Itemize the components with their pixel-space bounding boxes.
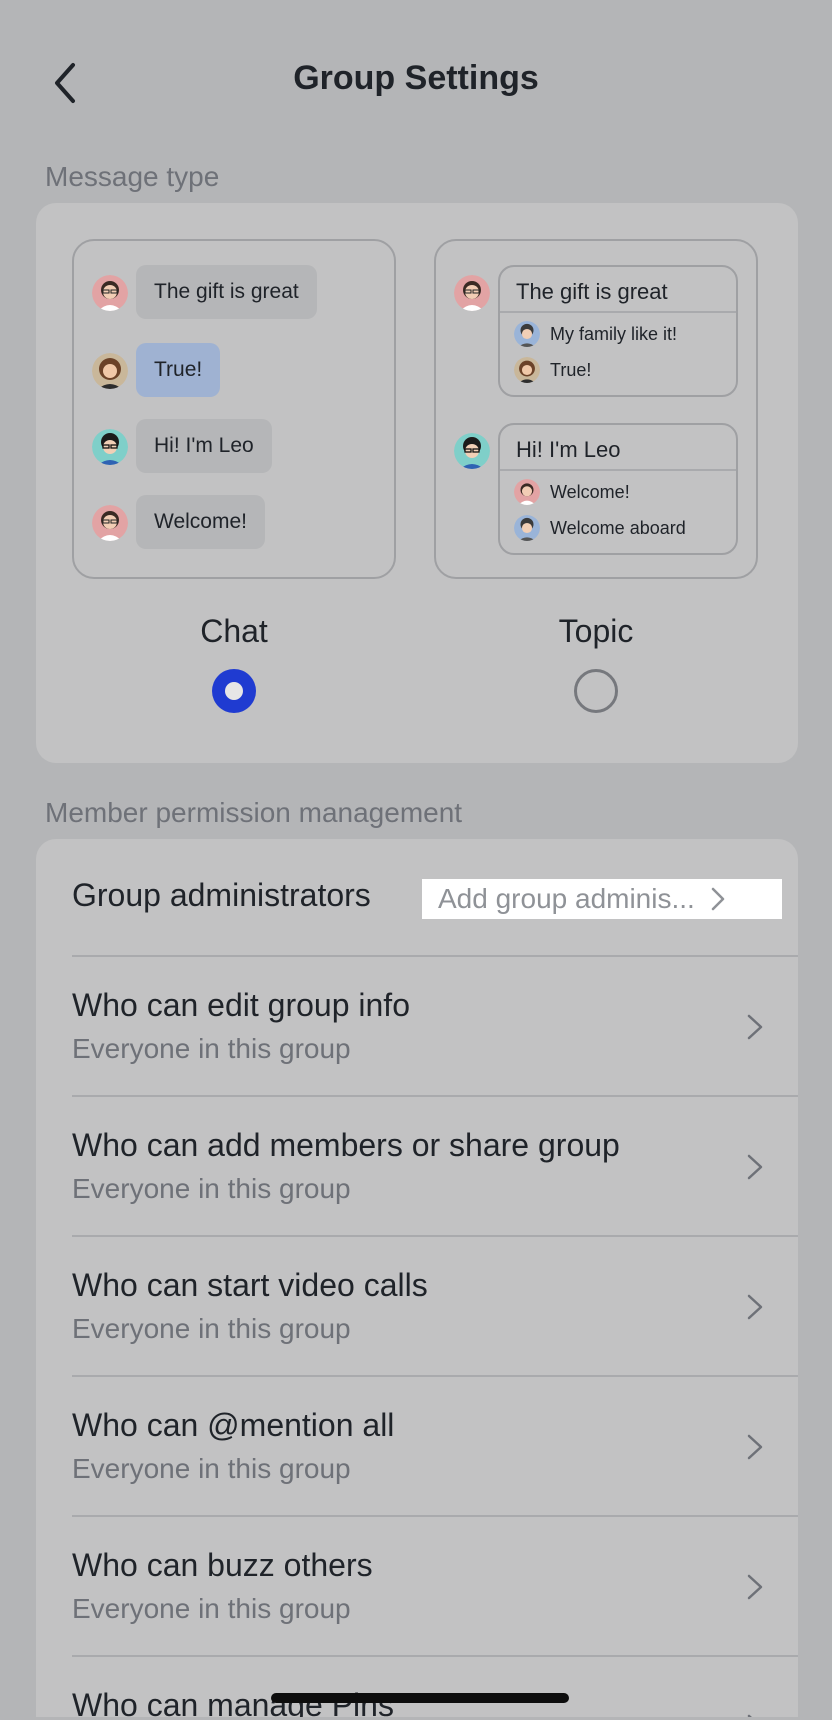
row-title: Who can add members or share group [72, 1127, 620, 1163]
row-title: Who can buzz others [72, 1547, 373, 1583]
buzz-others-row[interactable]: Who can buzz others Everyone in this gro… [36, 1517, 798, 1657]
man-glasses-avatar [92, 429, 128, 465]
topic-preview[interactable]: The gift is great My family like it! Tru… [434, 239, 758, 579]
video-calls-row[interactable]: Who can start video calls Everyone in th… [36, 1237, 798, 1377]
chevron-right-icon [747, 1574, 763, 1600]
chat-bubble-own: True! [136, 343, 221, 397]
screen: Group Settings Message type The gift is … [3, 3, 829, 1717]
topic-head: Hi! I'm Leo [500, 425, 736, 471]
chevron-right-icon [747, 1294, 763, 1320]
topic-option-label: Topic [558, 613, 634, 649]
woman-brown-hair-avatar [514, 357, 540, 383]
topic-thread: The gift is great My family like it! Tru… [498, 265, 738, 397]
manage-pins-row[interactable]: Who can manage Pins [36, 1657, 798, 1717]
chat-bubble: Welcome! [136, 495, 265, 549]
row-title: Who can @mention all [72, 1407, 395, 1443]
permissions-card: Group administrators Add group adminis..… [36, 839, 798, 1717]
row-subtitle: Everyone in this group [72, 1173, 351, 1204]
row-title: Group administrators [72, 877, 371, 913]
chevron-right-icon [711, 887, 725, 911]
topic-reply-text: True! [550, 360, 592, 380]
topic-radio[interactable] [574, 669, 618, 713]
add-group-admin-value[interactable]: Add group adminis... [422, 879, 782, 919]
man-avatar [514, 515, 540, 541]
topic-reply-text: My family like it! [550, 324, 678, 344]
group-administrators-row[interactable]: Group administrators Add group adminis..… [36, 839, 798, 957]
edit-group-info-row[interactable]: Who can edit group info Everyone in this… [36, 957, 798, 1097]
chat-preview[interactable]: The gift is great True! Hi! I'm Leo Welc… [72, 239, 396, 579]
chevron-right-icon [747, 1714, 752, 1717]
admin-value-text: Add group adminis... [438, 883, 695, 914]
chat-option-label: Chat [200, 613, 268, 649]
message-type-label: Message type [45, 161, 220, 192]
home-indicator[interactable] [271, 1693, 569, 1703]
topic-reply: True! [500, 353, 736, 389]
chat-bubble: Hi! I'm Leo [136, 419, 272, 473]
topic-reply: My family like it! [500, 317, 736, 353]
topic-reply: Welcome aboard [500, 511, 736, 547]
member-permission-label: Member permission management [45, 797, 463, 828]
row-title: Who can edit group info [72, 987, 410, 1023]
man-glasses-avatar [454, 433, 490, 469]
row-subtitle: Everyone in this group [72, 1313, 351, 1344]
page-title: Group Settings [293, 59, 539, 97]
row-subtitle: Everyone in this group [72, 1453, 351, 1484]
row-subtitle: Everyone in this group [72, 1593, 351, 1624]
topic-reply-text: Welcome! [550, 482, 630, 502]
add-members-row[interactable]: Who can add members or share group Every… [36, 1097, 798, 1237]
chat-bubble: The gift is great [136, 265, 317, 319]
row-subtitle: Everyone in this group [72, 1033, 351, 1064]
woman-brown-hair-avatar [92, 353, 128, 389]
chat-radio[interactable] [212, 669, 256, 713]
woman-glasses-avatar [514, 479, 540, 505]
woman-glasses-avatar [92, 275, 128, 311]
topic-thread: Hi! I'm Leo Welcome! Welcome aboard [498, 423, 738, 555]
mention-all-row[interactable]: Who can @mention all Everyone in this gr… [36, 1377, 798, 1517]
topic-reply: Welcome! [500, 475, 736, 511]
row-title: Who can start video calls [72, 1267, 428, 1303]
message-type-card: The gift is great True! Hi! I'm Leo Welc… [36, 203, 798, 763]
woman-glasses-avatar [454, 275, 490, 311]
chevron-right-icon [747, 1434, 763, 1460]
chevron-right-icon [747, 1014, 763, 1040]
woman-glasses-avatar [92, 505, 128, 541]
chevron-right-icon [747, 1154, 763, 1180]
man-avatar [514, 321, 540, 347]
topic-reply-text: Welcome aboard [550, 518, 686, 538]
topic-head: The gift is great [500, 267, 736, 313]
